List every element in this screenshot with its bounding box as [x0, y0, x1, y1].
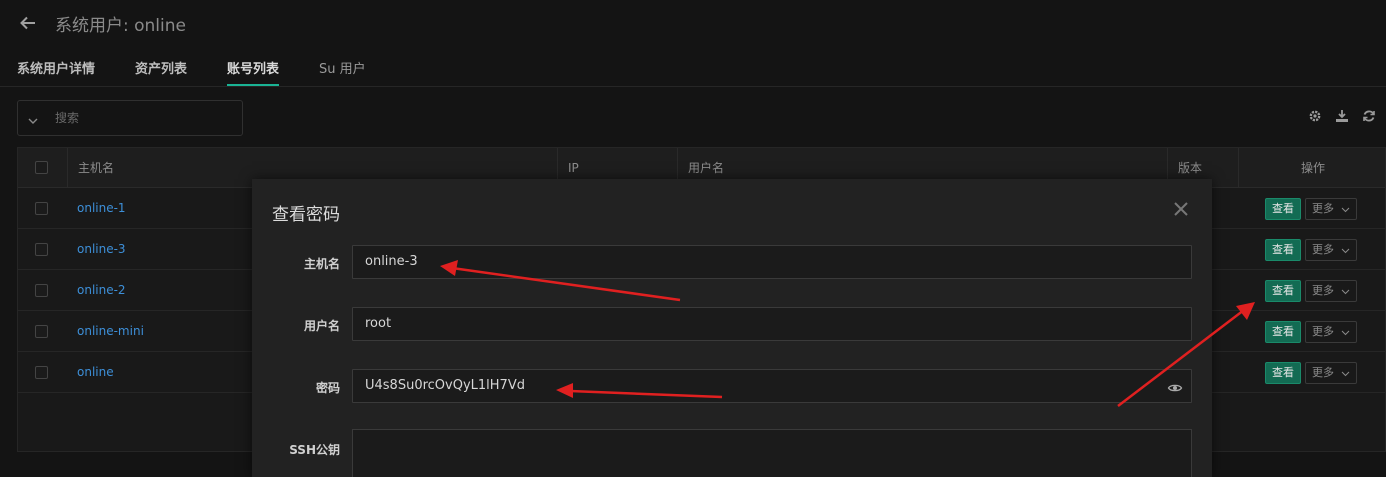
more-label: 更多	[1312, 325, 1334, 338]
ssh-public-key-field[interactable]	[352, 429, 1192, 477]
row-checkbox[interactable]	[35, 366, 48, 379]
search-input[interactable]	[55, 111, 215, 125]
view-button[interactable]: 查看	[1265, 280, 1301, 302]
chevron-down-icon[interactable]	[27, 112, 39, 124]
eye-icon[interactable]	[1167, 380, 1183, 396]
tab-system-user-detail[interactable]: 系统用户详情	[17, 50, 95, 86]
username-field[interactable]: root	[352, 307, 1192, 341]
more-dropdown[interactable]: 更多	[1305, 280, 1357, 302]
tab-bar: 系统用户详情 资产列表 账号列表 Su 用户	[17, 50, 406, 86]
hostname-link[interactable]: online-1	[77, 201, 126, 215]
view-button[interactable]: 查看	[1265, 239, 1301, 261]
chevron-down-icon	[1341, 207, 1350, 213]
tab-su-user[interactable]: Su 用户	[319, 50, 366, 86]
hostname-field[interactable]: online-3	[352, 245, 1192, 279]
more-label: 更多	[1312, 243, 1334, 256]
select-all-checkbox[interactable]	[35, 161, 48, 174]
hostname-label: 主机名	[303, 257, 340, 271]
ssh-public-key-label: SSH公钥	[289, 443, 340, 457]
more-dropdown[interactable]: 更多	[1305, 321, 1357, 343]
more-label: 更多	[1312, 284, 1334, 297]
table-toolbar	[1308, 108, 1376, 122]
row-checkbox[interactable]	[35, 284, 48, 297]
username-label: 用户名	[303, 319, 340, 333]
more-label: 更多	[1312, 366, 1334, 379]
password-field[interactable]: U4s8Su0rcOvQyL1lH7Vd	[352, 369, 1192, 403]
gear-icon[interactable]	[1308, 108, 1322, 122]
row-checkbox[interactable]	[35, 202, 48, 215]
back-arrow-icon[interactable]	[19, 14, 37, 32]
top-bar: 系统用户: online	[0, 0, 1386, 46]
more-dropdown[interactable]: 更多	[1305, 198, 1357, 220]
tabs-divider	[0, 86, 1386, 87]
chevron-down-icon	[1341, 289, 1350, 295]
column-header-actions: 操作	[1238, 148, 1386, 188]
tab-account-list[interactable]: 账号列表	[227, 50, 280, 86]
view-password-dialog: 查看密码 主机名 online-3 用户名 root 密码 U4s8Su0rcO…	[252, 179, 1212, 477]
hostname-link[interactable]: online-2	[77, 283, 126, 297]
download-icon[interactable]	[1335, 108, 1349, 122]
tab-asset-list[interactable]: 资产列表	[135, 50, 187, 86]
chevron-down-icon	[1341, 248, 1350, 254]
chevron-down-icon	[1341, 371, 1350, 377]
hostname-link[interactable]: online-mini	[77, 324, 144, 338]
view-button[interactable]: 查看	[1265, 198, 1301, 220]
password-label: 密码	[315, 381, 340, 395]
search-box[interactable]	[17, 100, 243, 136]
hostname-link[interactable]: online	[77, 365, 114, 379]
chevron-down-icon	[1341, 330, 1350, 336]
more-label: 更多	[1312, 202, 1334, 215]
row-checkbox[interactable]	[35, 243, 48, 256]
view-button[interactable]: 查看	[1265, 362, 1301, 384]
dialog-title: 查看密码	[272, 205, 340, 225]
refresh-icon[interactable]	[1362, 108, 1376, 122]
view-button[interactable]: 查看	[1265, 321, 1301, 343]
page-title: 系统用户: online	[55, 15, 186, 36]
more-dropdown[interactable]: 更多	[1305, 239, 1357, 261]
hostname-link[interactable]: online-3	[77, 242, 126, 256]
more-dropdown[interactable]: 更多	[1305, 362, 1357, 384]
close-icon[interactable]	[1172, 200, 1190, 218]
row-checkbox[interactable]	[35, 325, 48, 338]
